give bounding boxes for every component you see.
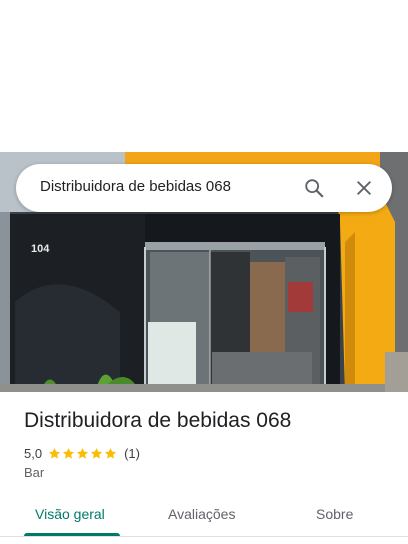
tab-about[interactable]: Sobre (316, 506, 353, 522)
star-icon (48, 447, 61, 459)
review-count[interactable]: (1) (124, 446, 140, 461)
tab-overview[interactable]: Visão geral (35, 506, 105, 522)
search-bar[interactable]: Distribuidora de bebidas 068 (16, 164, 392, 212)
star-icon (104, 447, 117, 459)
close-icon[interactable] (350, 174, 378, 202)
photo-sign-number: 104 (31, 243, 50, 255)
rating-value: 5,0 (24, 445, 43, 461)
star-icon (76, 447, 89, 459)
rating-stars (48, 447, 118, 460)
search-icon[interactable] (300, 174, 328, 202)
star-icon (90, 447, 103, 459)
tab-reviews[interactable]: Avaliações (168, 506, 235, 522)
search-input[interactable]: Distribuidora de bebidas 068 (40, 178, 231, 195)
star-icon (62, 447, 75, 459)
tabs-divider (0, 536, 408, 537)
rating-row[interactable]: 5,0 (1) (24, 445, 140, 461)
place-title: Distribuidora de bebidas 068 (24, 409, 292, 432)
place-tabs: Visão geral Avaliações Sobre (0, 496, 408, 537)
place-category: Bar (24, 465, 45, 480)
